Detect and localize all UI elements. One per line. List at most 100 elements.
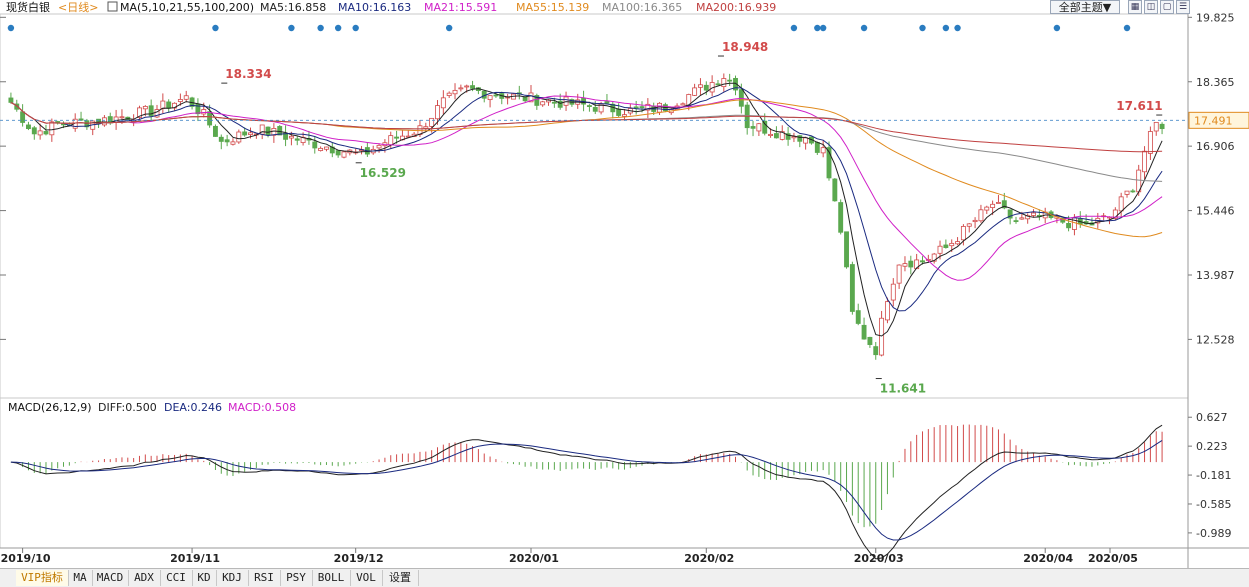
macd-tick-label: 0.223 xyxy=(1196,440,1228,453)
candle-body xyxy=(867,336,873,345)
macd-diff-line xyxy=(10,424,1163,560)
candle-body xyxy=(429,117,435,127)
candle-body xyxy=(318,147,324,151)
chart-window: 现货白银 <日线> MA(5,10,21,55,100,200) MA5:16.858… xyxy=(0,0,1249,587)
instrument-title: 现货白银 xyxy=(6,0,50,14)
event-marker-dot xyxy=(7,24,15,32)
current-price-label: 17.491 xyxy=(1194,114,1233,127)
ma-value-2: MA21:15.591 xyxy=(424,1,497,14)
candle-body xyxy=(49,121,55,136)
candle-body xyxy=(212,125,218,137)
ma-toggle-icon xyxy=(107,1,118,12)
candle-body xyxy=(803,137,809,144)
macd-tick-label: -0.585 xyxy=(1196,498,1231,511)
indicator-tab-10[interactable]: VOL xyxy=(350,570,383,586)
candle-body xyxy=(101,117,107,126)
event-marker-dot xyxy=(317,24,324,32)
price-tick-label: 18.365 xyxy=(1196,76,1235,89)
macd-label: MACD(26,12,9) xyxy=(8,401,92,414)
candle-body xyxy=(586,105,592,107)
candle-body xyxy=(183,95,189,100)
candle-body xyxy=(996,202,1001,204)
event-marker-dot xyxy=(790,24,798,32)
candle-body xyxy=(715,83,721,86)
event-marker-dot xyxy=(1123,24,1131,32)
indicator-tab-8[interactable]: PSY xyxy=(280,570,313,586)
candle-body xyxy=(698,84,703,88)
candle-body xyxy=(394,136,400,139)
event-marker-dot xyxy=(814,24,821,32)
ma-line-ma5 xyxy=(10,82,1163,337)
candle-body xyxy=(224,139,230,143)
candle-body xyxy=(487,95,493,101)
candle-body xyxy=(1118,196,1124,212)
candle-body xyxy=(388,135,394,146)
candle-body xyxy=(844,231,849,268)
candle-body xyxy=(797,135,803,142)
silver-daily-chart[interactable]: 现货白银 <日线> MA(5,10,21,55,100,200) MA5:16.858… xyxy=(0,0,1249,586)
date-tick-label: 2019/10 xyxy=(1,552,51,565)
candle-body xyxy=(966,223,972,227)
candle-body xyxy=(26,124,31,130)
candle-body xyxy=(849,264,855,312)
candle-body xyxy=(814,142,820,153)
candle-body xyxy=(943,244,949,248)
candle-body xyxy=(1019,217,1025,220)
menu-icon[interactable]: ☰ xyxy=(1176,0,1190,14)
candle-body xyxy=(902,263,908,267)
grid-icon[interactable]: ▦ xyxy=(1128,0,1142,14)
theme-dropdown-button[interactable]: 全部主题▼ xyxy=(1050,0,1120,14)
date-tick-label: 2020/04 xyxy=(1023,552,1073,565)
candle-body xyxy=(540,101,546,106)
indicator-tab-5[interactable]: KD xyxy=(192,570,217,586)
candle-body xyxy=(294,138,300,141)
candle-body xyxy=(838,202,844,233)
candle-body xyxy=(920,260,925,263)
candle-body xyxy=(890,283,896,301)
event-marker-dot xyxy=(1053,24,1061,32)
date-tick-label: 2019/12 xyxy=(334,552,384,565)
indicator-tab-6[interactable]: KDJ xyxy=(216,570,249,586)
candle-body xyxy=(464,85,470,88)
macd-tick-label: 0.627 xyxy=(1196,411,1228,424)
split-icon[interactable]: ◫ xyxy=(1144,0,1158,14)
price-tick-label: 16.906 xyxy=(1196,140,1235,153)
candle-body xyxy=(207,111,213,126)
date-tick-label: 2020/02 xyxy=(684,552,734,565)
candle-body xyxy=(633,106,639,109)
indicator-tab-bar: VIP指标 MA MACD ADX CCI KD KDJ RSI PSY BOLL VOL 设置 xyxy=(0,568,1249,587)
price-tick-label: 12.528 xyxy=(1196,333,1235,346)
indicator-tab-3[interactable]: ADX xyxy=(128,570,161,586)
indicator-tab-9[interactable]: BOLL xyxy=(312,570,351,586)
candle-body xyxy=(288,135,294,139)
ma-value-4: MA100:16.365 xyxy=(602,1,682,14)
event-marker-dot xyxy=(212,24,219,32)
window-icon[interactable]: ▢ xyxy=(1160,0,1174,14)
price-tick-label: 19.825 xyxy=(1196,11,1235,24)
candle-body xyxy=(242,131,248,136)
date-tick-label: 2020/01 xyxy=(509,552,559,565)
candle-body xyxy=(592,107,598,112)
macd-panel-frame xyxy=(0,397,1189,549)
candle-body xyxy=(978,209,984,222)
candle-body xyxy=(142,105,148,110)
candle-body xyxy=(177,99,183,102)
date-tick-label: 2020/03 xyxy=(854,552,904,565)
event-marker-dot xyxy=(819,24,827,32)
ma-value-3: MA55:15.139 xyxy=(516,1,589,14)
indicator-tab-4[interactable]: CCI xyxy=(160,570,193,586)
event-marker-dot xyxy=(352,24,359,32)
candle-body xyxy=(955,241,961,245)
indicator-tab-2[interactable]: MACD xyxy=(92,570,129,586)
indicator-tab-11[interactable]: 设置 xyxy=(382,570,419,586)
indicator-tab-1[interactable]: MA xyxy=(68,570,93,586)
candle-body xyxy=(896,264,902,284)
indicator-tab-7[interactable]: RSI xyxy=(248,570,281,586)
candle-body xyxy=(861,324,867,340)
price-tick-label: 13.987 xyxy=(1196,269,1235,282)
candle-body xyxy=(435,105,440,120)
macd-value-0: DIFF:0.500 xyxy=(98,401,157,414)
candle-body xyxy=(884,301,890,321)
indicator-tab-0[interactable]: VIP指标 xyxy=(16,570,69,586)
candle-body xyxy=(341,151,347,158)
